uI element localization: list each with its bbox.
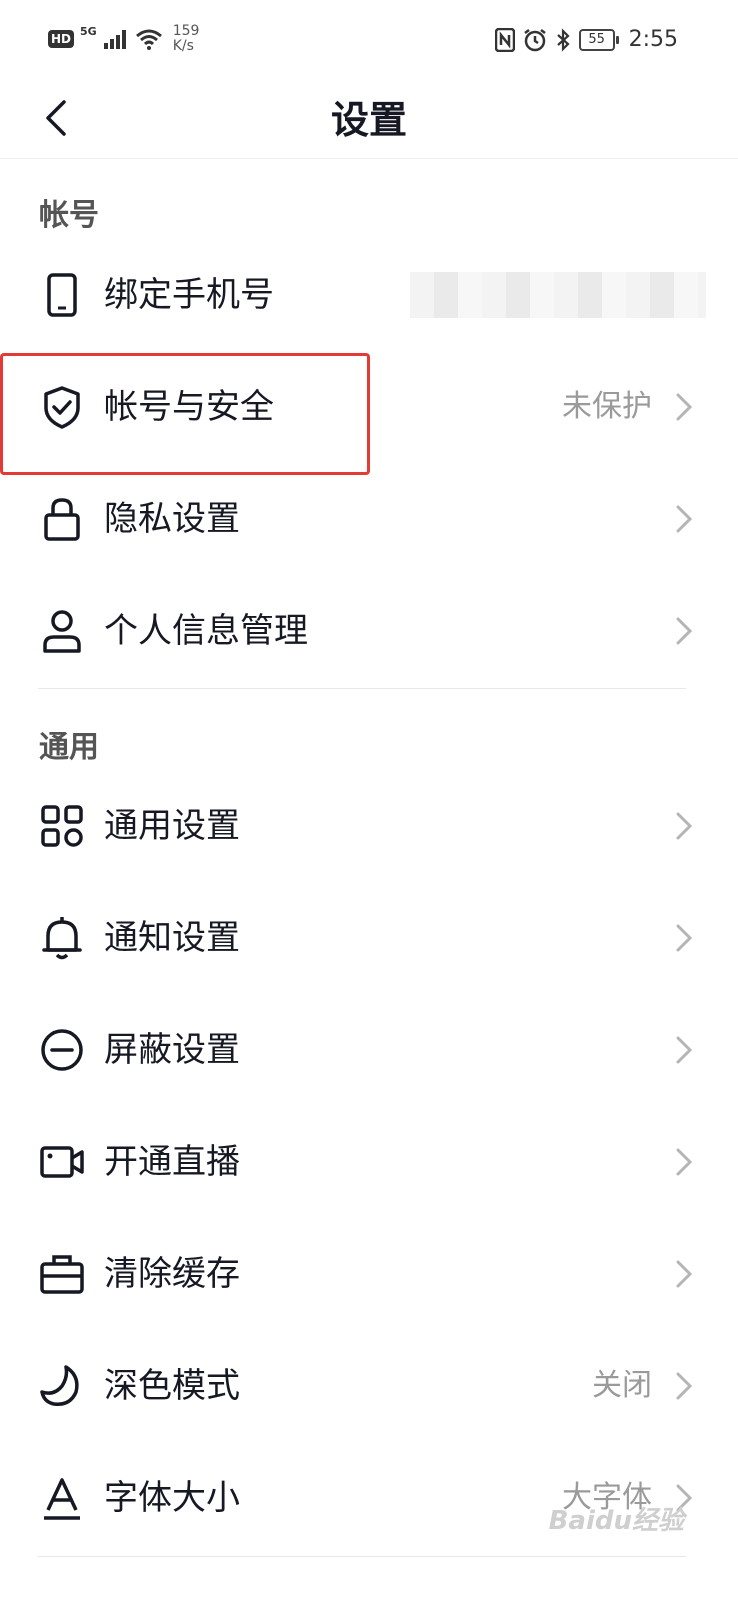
row-general-settings[interactable]: 通用设置 bbox=[0, 770, 738, 882]
row-label: 通用设置 bbox=[104, 806, 240, 846]
chevron-right-icon bbox=[674, 922, 694, 954]
user-icon bbox=[38, 607, 86, 655]
network-speed: 159 K/s bbox=[173, 24, 200, 54]
chevron-right-icon bbox=[674, 1034, 694, 1066]
row-label: 清除缓存 bbox=[104, 1254, 240, 1294]
bottom-divider bbox=[38, 1556, 686, 1557]
hd-badge: HD bbox=[48, 30, 75, 48]
row-block-settings[interactable]: 屏蔽设置 bbox=[0, 994, 738, 1106]
row-live[interactable]: 开通直播 bbox=[0, 1106, 738, 1218]
row-notifications[interactable]: 通知设置 bbox=[0, 882, 738, 994]
row-value: 未保护 bbox=[562, 389, 652, 424]
speed-unit: K/s bbox=[172, 38, 194, 54]
row-label: 通知设置 bbox=[104, 918, 240, 958]
section-header-account: 帐号 bbox=[39, 198, 99, 233]
chevron-right-icon bbox=[674, 391, 694, 423]
chevron-right-icon bbox=[674, 503, 694, 535]
video-camera-icon bbox=[38, 1138, 86, 1186]
phone-icon bbox=[38, 271, 86, 319]
row-label: 屏蔽设置 bbox=[104, 1030, 240, 1070]
clock: 2:55 bbox=[628, 27, 678, 52]
row-dark-mode[interactable]: 深色模式 关闭 bbox=[0, 1330, 738, 1442]
minus-circle-icon bbox=[38, 1026, 86, 1074]
bell-icon bbox=[38, 914, 86, 962]
row-clear-cache[interactable]: 清除缓存 bbox=[0, 1218, 738, 1330]
section-header-general: 通用 bbox=[39, 730, 99, 765]
chevron-right-icon bbox=[674, 1258, 694, 1290]
watermark: Baidu经验 bbox=[548, 1506, 684, 1536]
status-right: 55 2:55 bbox=[494, 27, 678, 52]
briefcase-icon bbox=[38, 1250, 86, 1298]
bluetooth-icon bbox=[556, 27, 570, 52]
status-left: HD 5G 159 K/s bbox=[48, 24, 199, 54]
page-title: 设置 bbox=[330, 98, 407, 142]
row-privacy[interactable]: 隐私设置 bbox=[0, 463, 738, 575]
nav-bar: 设置 bbox=[0, 84, 738, 159]
row-label: 绑定手机号 bbox=[104, 275, 274, 315]
row-font-size[interactable]: 字体大小 大字体 bbox=[0, 1442, 738, 1554]
row-label: 开通直播 bbox=[104, 1142, 240, 1182]
row-label: 个人信息管理 bbox=[104, 611, 308, 651]
speed-value: 159 bbox=[172, 23, 200, 39]
row-personal-info[interactable]: 个人信息管理 bbox=[0, 575, 738, 687]
chevron-right-icon bbox=[674, 615, 694, 647]
row-value: 关闭 bbox=[592, 1368, 652, 1403]
row-label: 深色模式 bbox=[104, 1366, 240, 1406]
battery-indicator: 55 bbox=[578, 28, 619, 51]
alarm-icon bbox=[523, 28, 546, 51]
grid-icon bbox=[38, 802, 86, 850]
network-type: 5G bbox=[80, 24, 97, 38]
chevron-right-icon bbox=[674, 810, 694, 842]
section-divider bbox=[38, 688, 686, 689]
blurred-phone-number bbox=[410, 272, 706, 318]
signal-icon bbox=[103, 30, 126, 49]
highlight-box bbox=[0, 353, 370, 475]
status-bar: HD 5G 159 K/s 55 2:55 bbox=[0, 0, 738, 84]
nfc-icon bbox=[494, 27, 515, 52]
moon-icon bbox=[38, 1362, 86, 1410]
chevron-right-icon bbox=[674, 1370, 694, 1402]
row-label: 字体大小 bbox=[104, 1478, 240, 1518]
row-label: 隐私设置 bbox=[104, 499, 240, 539]
chevron-right-icon bbox=[674, 1146, 694, 1178]
lock-icon bbox=[38, 495, 86, 543]
wifi-icon bbox=[135, 29, 162, 50]
row-value: 大字体 bbox=[562, 1480, 652, 1515]
font-a-icon bbox=[38, 1474, 86, 1522]
